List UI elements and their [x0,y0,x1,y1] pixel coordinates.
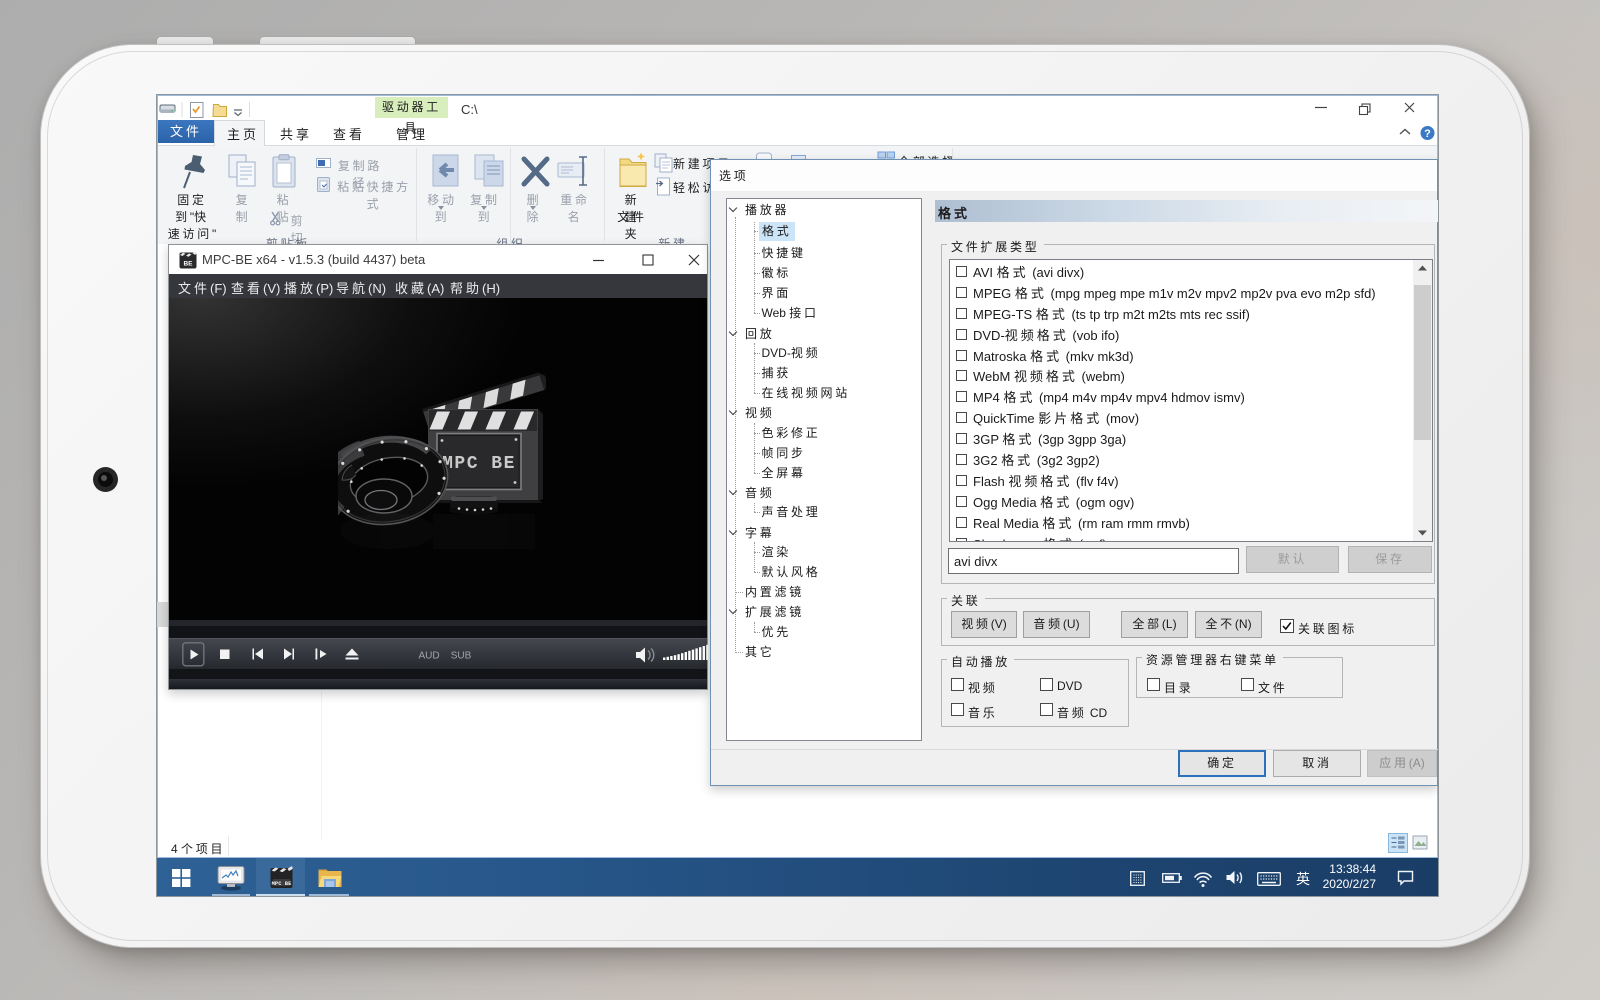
svg-text:MPC BE: MPC BE [442,454,516,474]
svg-text:?: ? [1424,128,1431,140]
svg-text:BE: BE [183,261,193,268]
svg-text:AUD: AUD [418,651,439,662]
svg-text:MPC BE: MPC BE [272,880,293,887]
svg-text:SUB: SUB [451,651,472,662]
